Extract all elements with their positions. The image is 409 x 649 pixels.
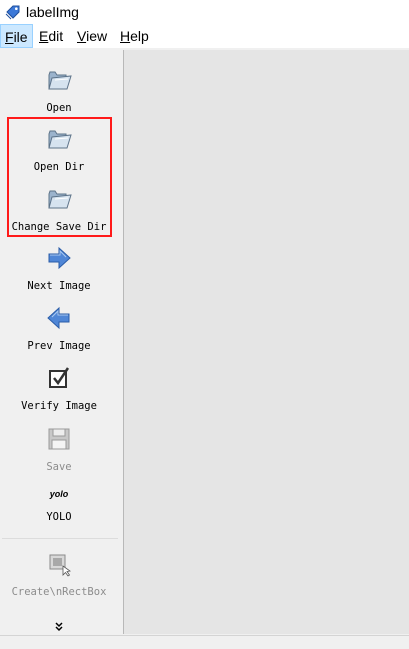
status-bar: [0, 635, 409, 649]
yolo-icon: yolo: [49, 489, 69, 499]
double-chevron-down-icon[interactable]: [52, 621, 66, 633]
save-button[interactable]: Save: [0, 417, 118, 473]
image-canvas[interactable]: [123, 50, 409, 634]
floppy-disk-icon: [48, 428, 70, 450]
folder-open-icon: [48, 71, 72, 90]
open-button[interactable]: Open: [0, 58, 118, 114]
checkbox-icon: [49, 367, 70, 388]
arrow-left-icon: [47, 306, 70, 330]
prev-image-label: Prev Image: [27, 340, 91, 352]
format-yolo-button[interactable]: yolo YOLO: [0, 477, 118, 533]
menu-bar: File Edit View Help: [0, 24, 409, 48]
save-label: Save: [46, 461, 72, 473]
next-image-label: Next Image: [27, 280, 91, 292]
create-rectbox-button[interactable]: Create\nRectBox: [0, 542, 118, 598]
next-image-button[interactable]: Next Image: [0, 236, 118, 292]
arrow-right-icon: [48, 246, 71, 270]
prev-image-button[interactable]: Prev Image: [0, 296, 118, 352]
draw-rect-icon: [49, 554, 72, 577]
open-label: Open: [46, 102, 72, 114]
tag-icon: [5, 5, 20, 20]
menu-help[interactable]: Help: [114, 24, 155, 48]
verify-image-label: Verify Image: [21, 400, 97, 412]
create-rectbox-label: Create\nRectBox: [11, 586, 107, 598]
toolbar-divider: [2, 538, 118, 539]
format-label: YOLO: [46, 511, 72, 523]
menu-file[interactable]: File: [0, 24, 33, 48]
annotation-highlight-box: [7, 117, 112, 237]
window-title: labelImg: [26, 4, 79, 20]
verify-image-button[interactable]: Verify Image: [0, 356, 118, 412]
menu-view[interactable]: View: [71, 24, 113, 48]
toolbar: Open Open Dir Change Save Dir Next Image…: [0, 50, 121, 635]
title-bar: labelImg: [0, 0, 409, 24]
menu-edit[interactable]: Edit: [33, 24, 69, 48]
